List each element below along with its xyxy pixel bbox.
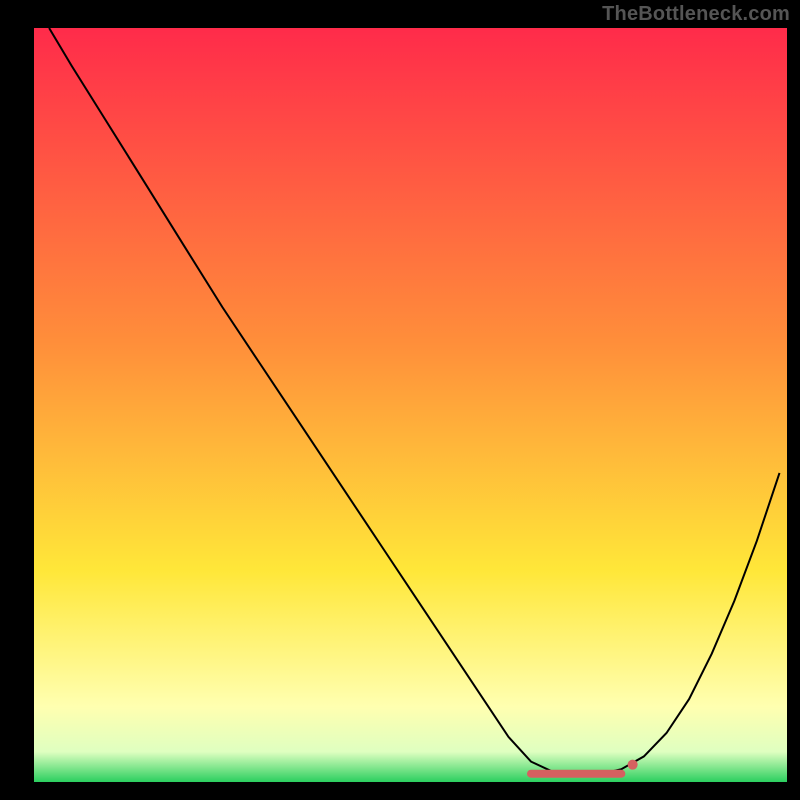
bottleneck-chart	[34, 28, 787, 782]
optimal-point-marker	[628, 760, 638, 770]
chart-frame: TheBottleneck.com	[0, 0, 800, 800]
watermark-text: TheBottleneck.com	[602, 3, 790, 26]
